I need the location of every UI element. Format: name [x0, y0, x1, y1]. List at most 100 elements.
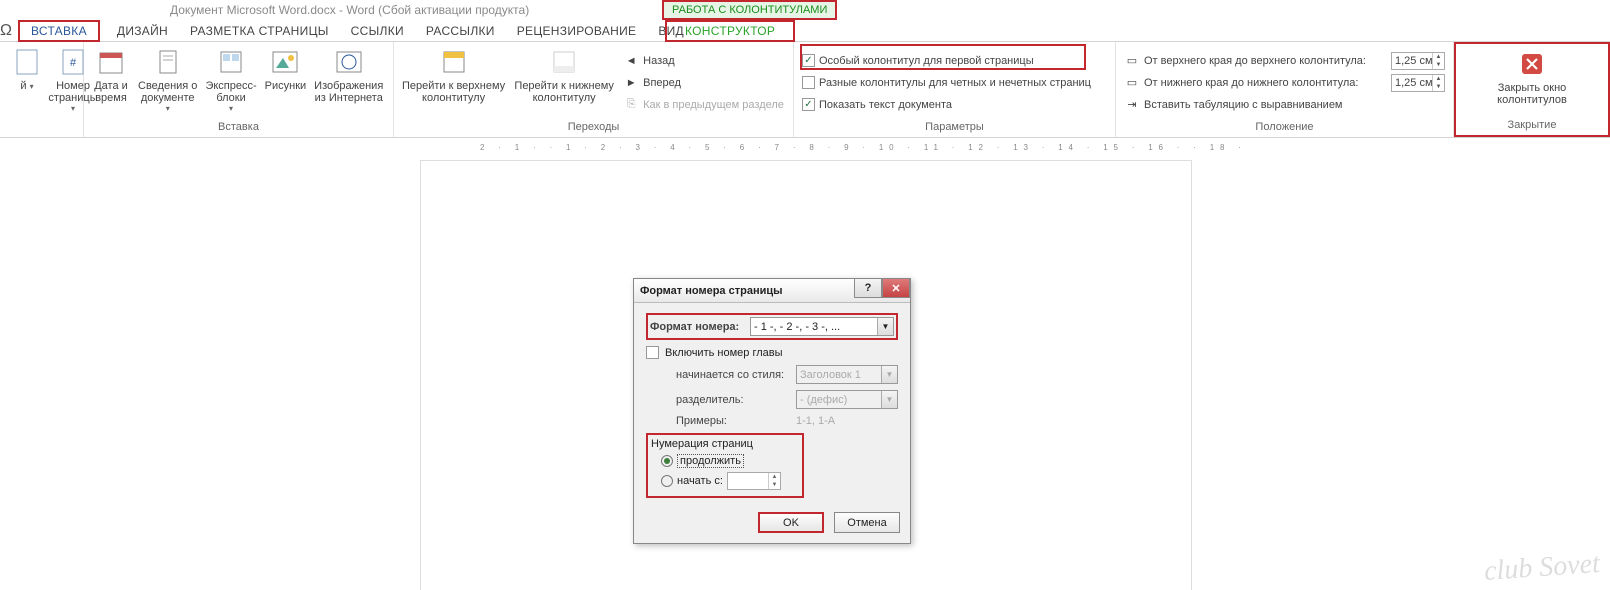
ribbon: й ▾ # Номер страницы ▾ Дата и время Свед… [0, 42, 1610, 138]
group-insert-label: Вставка [88, 121, 389, 137]
format-value: - 1 -, - 2 -, - 3 -, ... [754, 321, 840, 333]
tab-konstruktor[interactable]: КОНСТРУКТОР [665, 20, 795, 42]
calendar-icon [95, 46, 127, 78]
nav-back-button[interactable]: ◄ Назад [623, 51, 785, 71]
page-icon [11, 46, 43, 78]
tab-ssylki[interactable]: ССЫЛКИ [340, 20, 415, 42]
tab-dizain-label: ДИЗАЙН [117, 24, 168, 38]
title-bar: Документ Microsoft Word.docx - Word (Сбо… [0, 0, 1610, 20]
contextual-tab-title: РАБОТА С КОЛОНТИТУЛАМИ [662, 0, 837, 20]
separator-combo: - (дефис) ▼ [796, 390, 898, 409]
show-text-checkbox-row[interactable]: ✓Показать текст документа [802, 95, 1107, 115]
radio-icon [661, 475, 673, 487]
header-top-spinner[interactable]: 1,25 см▲▼ [1391, 52, 1445, 70]
goto-footer-label: Перейти к нижнему колонтитулу [514, 80, 613, 104]
nav-forward-button[interactable]: ►Вперед [623, 73, 785, 93]
cancel-button[interactable]: Отмена [834, 512, 900, 533]
tab-vstavka[interactable]: ВСТАВКА [18, 20, 100, 42]
separator-row: разделитель: - (дефис) ▼ [676, 390, 898, 409]
start-at-spinner[interactable]: ▲▼ [727, 472, 781, 490]
header-icon [438, 46, 470, 78]
cancel-label: Отмена [847, 517, 886, 529]
dialog-close-button[interactable]: ✕ [882, 279, 910, 298]
chevron-down-icon[interactable]: ▼ [877, 318, 893, 335]
starts-style-label: начинается со стиля: [676, 369, 796, 381]
doc-info-label: Сведения о документе [138, 80, 197, 104]
include-chapter-label: Включить номер главы [665, 347, 783, 359]
group-hf: й ▾ # Номер страницы ▾ [0, 42, 84, 137]
radio-checked-icon [661, 455, 673, 467]
tab-recenz-label: РЕЦЕНЗИРОВАНИЕ [517, 24, 637, 38]
include-chapter-row[interactable]: Включить номер главы [646, 346, 898, 359]
document-icon [152, 46, 184, 78]
numbering-fieldset: Нумерация страниц продолжить начать с: ▲… [646, 433, 804, 498]
page-number-format-dialog: Формат номера страницы ? ✕ Формат номера… [633, 278, 911, 544]
odd-even-label: Разные колонтитулы для четных и нечетных… [819, 77, 1091, 89]
spin-down-icon[interactable]: ▼ [1433, 83, 1444, 91]
nav-back-label: Назад [643, 55, 675, 67]
spin-down-icon[interactable]: ▼ [1433, 61, 1444, 69]
dropdown-arrow-icon: ▾ [166, 104, 170, 113]
ruler-bottom-icon: ▭ [1124, 75, 1140, 91]
checkbox-icon [646, 346, 659, 359]
spin-up-icon[interactable]: ▲ [1433, 75, 1444, 83]
tab-rassylki[interactable]: РАССЫЛКИ [415, 20, 506, 42]
ok-button[interactable]: OK [758, 512, 824, 533]
dialog-title: Формат номера страницы [640, 285, 783, 297]
starts-style-row: начинается со стиля: Заголовок 1 ▼ [676, 365, 898, 384]
ruler-ticks: 2 · 1 · · 1 · 2 · 3 · 4 · 5 · 6 · 7 · 8 … [480, 140, 1186, 154]
odd-even-checkbox-row[interactable]: Разные колонтитулы для четных и нечетных… [802, 73, 1107, 93]
tab-dizain[interactable]: ДИЗАЙН [106, 20, 179, 42]
insert-tab-button[interactable]: ⇥ Вставить табуляцию с выравниванием [1124, 95, 1445, 115]
tab-razmetka[interactable]: РАЗМЕТКА СТРАНИЦЫ [179, 20, 340, 42]
header-top-value: 1,25 см [1392, 55, 1436, 67]
first-page-checkbox-row[interactable]: ✓Особый колонтитул для первой страницы [802, 51, 1107, 71]
group-navigation-label: Переходы [398, 121, 789, 137]
group-navigation: Перейти к верхнему колонтитулу Перейти к… [394, 42, 794, 137]
header-top-row: ▭ От верхнего края до верхнего колонтиту… [1124, 51, 1445, 71]
checkbox-checked-icon: ✓ [802, 98, 815, 111]
footer-bottom-spinner[interactable]: 1,25 см▲▼ [1391, 74, 1445, 92]
pictures-button[interactable]: Рисунки [261, 44, 311, 121]
goto-header-button[interactable]: Перейти к верхнему колонтитулу [398, 44, 509, 121]
svg-text:#: # [70, 57, 77, 69]
format-row: Формат номера: - 1 -, - 2 -, - 3 -, ... … [646, 313, 898, 340]
tab-recenz[interactable]: РЕЦЕНЗИРОВАНИЕ [506, 20, 648, 42]
start-at-radio-row[interactable]: начать с: ▲▼ [661, 472, 799, 490]
date-time-button[interactable]: Дата и время [88, 44, 134, 121]
format-combo[interactable]: - 1 -, - 2 -, - 3 -, ... ▼ [750, 317, 894, 336]
link-icon: ⎘ [623, 97, 639, 113]
spin-up-icon[interactable]: ▲ [1433, 53, 1444, 61]
close-hf-button[interactable]: Закрыть окно колонтитулов [1460, 46, 1604, 119]
online-pictures-button[interactable]: Изображения из Интернета [310, 44, 387, 121]
tab-rassylki-label: РАССЫЛКИ [426, 24, 495, 38]
chevron-down-icon: ▼ [881, 366, 897, 383]
doc-info-button[interactable]: Сведения о документе ▾ [134, 44, 201, 121]
dialog-help-button[interactable]: ? [854, 279, 882, 298]
link-previous-button[interactable]: ⎘ Как в предыдущем разделе [623, 95, 785, 115]
goto-footer-button[interactable]: Перейти к нижнему колонтитулу [509, 44, 619, 121]
continue-radio-row[interactable]: продолжить [661, 454, 799, 468]
close-hf-label: Закрыть окно колонтитулов [1497, 82, 1567, 106]
spin-up-icon[interactable]: ▲ [769, 473, 780, 481]
group-hf-label [4, 121, 79, 137]
partial-button[interactable]: й ▾ [4, 44, 50, 121]
link-previous-label: Как в предыдущем разделе [643, 99, 784, 111]
group-insert: Дата и время Сведения о документе ▾ Эксп… [84, 42, 394, 137]
quick-parts-button[interactable]: Экспресс- блоки ▾ [201, 44, 260, 121]
header-top-label: От верхнего края до верхнего колонтитула… [1144, 55, 1387, 67]
checkbox-icon [802, 76, 815, 89]
tab-vstavka-label: ВСТАВКА [31, 24, 87, 38]
start-at-label: начать с: [677, 475, 723, 487]
dialog-title-bar[interactable]: Формат номера страницы ? ✕ [634, 279, 910, 303]
separator-label: разделитель: [676, 394, 796, 406]
date-time-label: Дата и время [94, 80, 128, 104]
omega-icon: Ω [0, 22, 18, 40]
ribbon-tabs: Ω ВСТАВКА ДИЗАЙН РАЗМЕТКА СТРАНИЦЫ ССЫЛК… [0, 20, 1610, 42]
arrow-left-icon: ◄ [623, 53, 639, 69]
blocks-icon [215, 46, 247, 78]
ok-label: OK [783, 517, 799, 529]
picture-icon [269, 46, 301, 78]
numbering-title: Нумерация страниц [651, 438, 799, 450]
spin-down-icon[interactable]: ▼ [769, 481, 780, 489]
